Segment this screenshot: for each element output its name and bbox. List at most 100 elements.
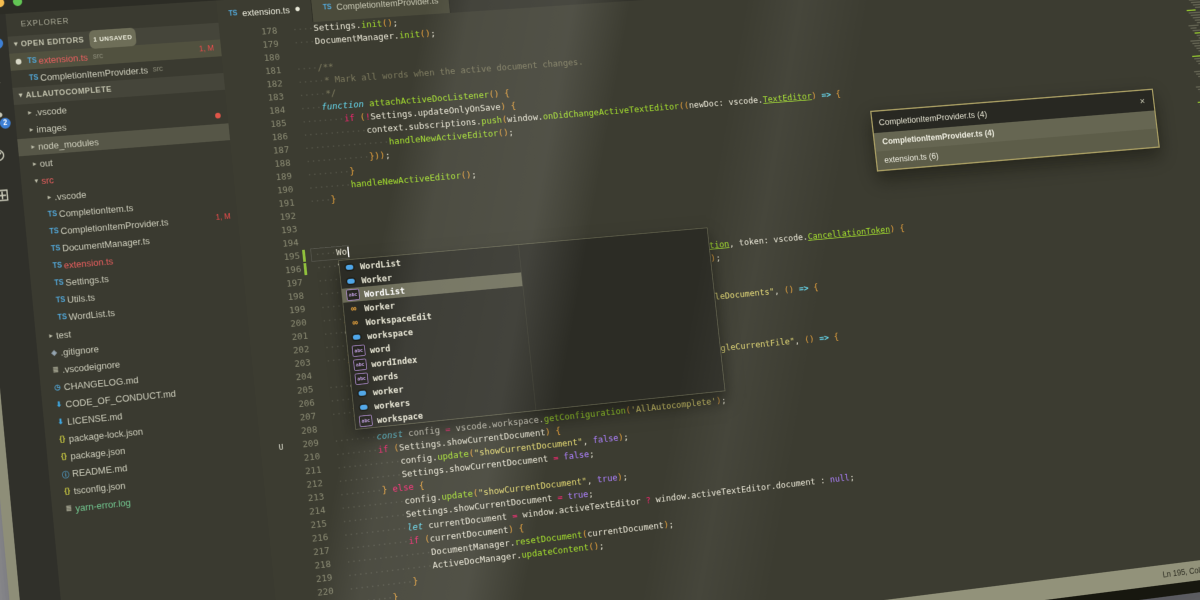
minimap-line: [1194, 18, 1200, 21]
suggest-kind-module-icon: [356, 387, 369, 398]
suggest-kind-abc-icon: [358, 414, 373, 428]
minimap-line: [1196, 33, 1200, 37]
ts-file-icon: TS: [322, 3, 332, 12]
ts-file-icon: TS: [49, 226, 60, 236]
minimap-line: [1192, 3, 1200, 6]
tree-item-label: .vscode: [34, 104, 68, 118]
minimap-line: [1192, 54, 1200, 58]
minimap-line: [1190, 0, 1200, 4]
ts-file-icon: TS: [52, 261, 63, 270]
ts-file-icon: TS: [228, 9, 238, 18]
tree-item-label: Utils.ts: [66, 291, 96, 305]
minimap-line: [1194, 57, 1200, 60]
minimap-line: [1196, 21, 1200, 24]
suggest-kind-abc-icon: [353, 358, 368, 371]
suggest-kind-abc-icon: [351, 344, 366, 357]
debug-icon[interactable]: ⊘: [0, 144, 10, 167]
suggest-kind-module-icon: [357, 401, 370, 412]
minimap-line: [1192, 15, 1200, 19]
minimap-line: [1192, 42, 1200, 45]
ts-file-icon: TS: [57, 312, 68, 322]
text-cursor: [347, 246, 350, 258]
source-control-icon[interactable]: ⊶ 2: [0, 104, 12, 129]
suggest-docs-pane: [518, 228, 725, 411]
editor-area[interactable]: TS extension.ts ● TS CompletionItemProvider.…: [216, 0, 1200, 600]
suggest-kind-module-icon: [345, 275, 358, 286]
tree-item-label: src: [40, 174, 55, 186]
tree-item-label: test: [55, 328, 72, 341]
suggest-item-label: workspace: [376, 409, 424, 425]
down-file-icon: ⬇: [55, 400, 63, 409]
tree-item-label: WordList.ts: [68, 307, 116, 322]
suggest-item-label: worker: [372, 383, 404, 398]
minimap-line: [1195, 72, 1200, 75]
problems-badge: 1, M: [215, 212, 232, 222]
minimap-line: [1194, 5, 1200, 9]
tree-item-label: out: [39, 157, 54, 169]
modified-dot-icon: [15, 58, 22, 65]
ts-file-icon: TS: [50, 244, 61, 253]
git-modified-dot-icon: [214, 112, 221, 119]
list-file-icon: ≣: [65, 504, 73, 513]
suggest-item-label: Worker: [360, 271, 393, 286]
minimap-line: [1195, 85, 1200, 88]
suggest-kind-class-icon: [349, 317, 362, 328]
close-icon[interactable]: ×: [1137, 95, 1148, 107]
tree-item-label: images: [35, 121, 67, 135]
file-name-label: extension.ts: [38, 51, 89, 66]
file-path-label: src: [92, 51, 104, 61]
ts-file-icon: TS: [55, 295, 66, 305]
suggest-kind-class-icon: [347, 303, 360, 314]
minimap-line: [1190, 27, 1197, 29]
activity-badge: 1: [0, 37, 4, 50]
vscode-window: extension.ts ❏1⊶2⊘⊞ EXPLORER ▾ OPEN EDIT…: [0, 0, 1200, 600]
chevron-down-icon: ▾: [18, 91, 24, 100]
suggest-item-label: words: [372, 369, 399, 383]
minimap-line: [1193, 70, 1200, 73]
info-file-icon: ⓘ: [61, 471, 70, 480]
twisty-icon: ▸: [29, 125, 34, 134]
tree-item-label: extension.ts: [63, 255, 114, 271]
tree-item-label: Settings.ts: [64, 273, 110, 288]
status-item[interactable]: Ln 195, Col 7: [1162, 565, 1200, 580]
suggest-item-label: Worker: [363, 299, 396, 314]
activity-badge: 2: [0, 117, 12, 129]
problems-badge: 1, M: [198, 44, 215, 54]
minimap-line: [1188, 24, 1199, 27]
down-file-icon: ⬇: [57, 417, 65, 427]
tab-label: extension.ts: [241, 4, 291, 18]
tree-item-label: .gitignore: [60, 343, 100, 358]
ts-file-icon: TS: [47, 209, 58, 219]
clock-file-icon: ◷: [53, 383, 61, 392]
ts-file-icon: TS: [27, 56, 38, 65]
json-file-icon: {}: [59, 434, 66, 444]
tab-label: CompletionItemProvider.ts: [335, 0, 439, 12]
suggest-kind-abc-icon: [346, 288, 361, 301]
twisty-icon: ▸: [48, 331, 54, 340]
suggest-kind-abc-icon: [354, 372, 369, 386]
suggest-kind-module-icon: [343, 262, 356, 273]
json-file-icon: {}: [64, 486, 71, 496]
unsaved-badge: 1 UNSAVED: [88, 27, 137, 49]
modified-dot-icon: ●: [293, 2, 302, 15]
modified-gutter-bar: [303, 263, 308, 276]
minimap-line: [1194, 30, 1200, 34]
modified-gutter-bar: [302, 249, 307, 262]
json-file-icon: {}: [60, 452, 68, 461]
suggest-kind-module-icon: [350, 331, 363, 342]
gutter-marker: U: [278, 442, 284, 453]
suggest-item-label: word: [369, 342, 391, 355]
twisty-icon: ▸: [27, 108, 33, 117]
tree-item-label: node_modules: [37, 136, 100, 152]
ts-file-icon: TS: [54, 278, 64, 288]
tree-item-label: yarn-error.log: [74, 496, 132, 514]
file-path-label: src: [152, 64, 164, 74]
search-icon[interactable]: [0, 64, 3, 87]
list-file-icon: ≣: [52, 365, 60, 375]
tree-item-label: .vscode: [53, 188, 87, 203]
extensions-icon[interactable]: ⊞: [0, 184, 14, 207]
ts-file-icon: TS: [28, 73, 39, 83]
twisty-icon: ▾: [34, 176, 39, 185]
git-file-icon: ◈: [50, 348, 58, 357]
mockup-stage: extension.ts ❏1⊶2⊘⊞ EXPLORER ▾ OPEN EDIT…: [0, 0, 1200, 600]
